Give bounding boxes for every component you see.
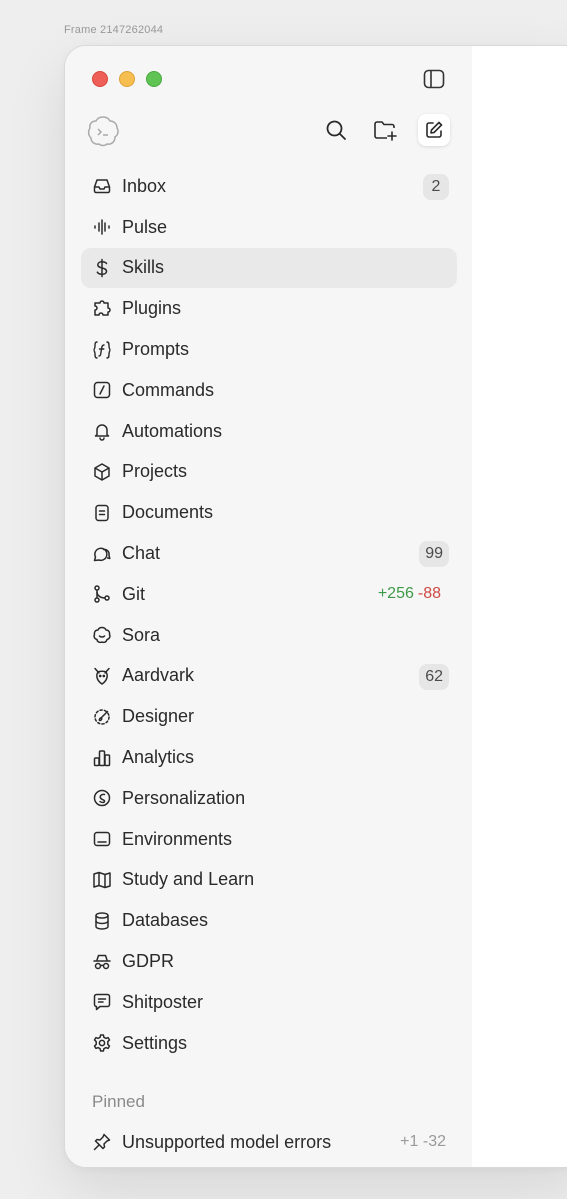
sidebar-item-projects[interactable]: Projects [81, 452, 457, 493]
sidebar-item-label: Settings [122, 1032, 188, 1053]
app-window: Inbox 2 Pulse Skills Plugins Prompts Com… [64, 45, 567, 1168]
sidebar-item-label: Projects [122, 461, 188, 482]
compose-icon [426, 121, 443, 138]
chat-icon [92, 544, 112, 564]
sidebar-item-git[interactable]: Git +256 -88 [81, 574, 457, 615]
sidebar-item-plugins[interactable]: Plugins [81, 288, 457, 329]
sidebar-item-label: Study and Learn [122, 869, 255, 890]
sidebar-item-designer[interactable]: Designer [81, 696, 457, 737]
app-logo-icon [86, 114, 120, 148]
sidebar-item-label: Pulse [122, 216, 168, 237]
sidebar-item-commands[interactable]: Commands [81, 370, 457, 411]
function-icon [92, 340, 112, 360]
waveform-icon [92, 217, 112, 237]
additions-count: +256 [377, 585, 414, 603]
sidebar-item-label: Environments [122, 828, 233, 849]
aardvark-icon [92, 666, 112, 686]
bar-chart-icon [92, 748, 112, 768]
sidebar-item-study-and-learn[interactable]: Study and Learn [81, 860, 457, 901]
dollar-icon [92, 258, 112, 278]
sidebar-toggle-button[interactable] [422, 67, 446, 91]
sidebar-item-label: Databases [122, 910, 209, 931]
inbox-icon [92, 176, 112, 196]
personalization-icon [92, 788, 112, 808]
sidebar-item-databases[interactable]: Databases [81, 900, 457, 941]
git-branch-icon [92, 584, 112, 604]
search-button[interactable] [320, 114, 352, 146]
deletions-count: -32 [422, 1133, 446, 1150]
pin-icon [92, 1132, 112, 1152]
sidebar-nav: Inbox 2 Pulse Skills Plugins Prompts Com… [81, 166, 457, 1064]
additions-count: +1 [400, 1133, 419, 1150]
sidebar-item-personalization[interactable]: Personalization [81, 778, 457, 819]
git-diff-stats: +256 -88 [378, 585, 441, 603]
search-icon [326, 120, 346, 140]
unread-count-badge: 99 [419, 541, 449, 568]
sidebar-item-label: Git [122, 583, 146, 604]
gear-icon [92, 1033, 112, 1053]
sidebar-item-pulse[interactable]: Pulse [81, 207, 457, 248]
sidebar-item-gdpr[interactable]: GDPR [81, 941, 457, 982]
sidebar-item-label: Skills [122, 257, 165, 278]
pinned-item-label: Unsupported model errors [122, 1131, 332, 1152]
sidebar-item-label: Commands [122, 379, 215, 400]
sidebar-item-chat[interactable]: Chat 99 [81, 533, 457, 574]
sidebar-item-label: Analytics [122, 747, 195, 768]
pinned-item[interactable]: Unsupported model errors +1 -32 [81, 1122, 457, 1162]
database-icon [92, 911, 112, 931]
designer-icon [92, 707, 112, 727]
sidebar-item-analytics[interactable]: Analytics [81, 737, 457, 778]
zoom-window-button[interactable] [146, 71, 162, 87]
sidebar-item-label: Automations [122, 420, 223, 441]
sidebar-item-label: Shitposter [122, 991, 204, 1012]
sidebar-item-inbox[interactable]: Inbox 2 [81, 166, 457, 207]
slash-icon [92, 380, 112, 400]
minimize-window-button[interactable] [119, 71, 135, 87]
unread-count-badge: 2 [423, 174, 449, 200]
new-folder-button[interactable] [369, 114, 401, 146]
sidebar-item-label: Aardvark [122, 665, 195, 686]
deletions-count: -88 [417, 585, 441, 603]
frame-label: Frame 2147262044 [64, 24, 164, 36]
bell-icon [92, 421, 112, 441]
sidebar-item-label: Documents [122, 502, 214, 523]
sidebar-item-sora[interactable]: Sora [81, 615, 457, 656]
sidebar-item-label: Prompts [122, 339, 190, 360]
sidebar-item-environments[interactable]: Environments [81, 819, 457, 860]
sidebar-item-automations[interactable]: Automations [81, 411, 457, 452]
folder-plus-icon [374, 121, 397, 141]
sidebar-item-label: Sora [122, 624, 161, 645]
incognito-icon [92, 952, 112, 972]
pinned-diff-stats: +1 -32 [400, 1133, 446, 1151]
sidebar-item-label: Chat [122, 543, 161, 564]
sidebar-item-settings[interactable]: Settings [81, 1023, 457, 1064]
sidebar-item-label: Inbox [122, 175, 167, 196]
book-icon [92, 870, 112, 890]
cube-icon [92, 462, 112, 482]
sidebar: Inbox 2 Pulse Skills Plugins Prompts Com… [65, 46, 472, 1167]
pinned-section-header: Pinned [92, 1092, 145, 1111]
sidebar-toggle-icon [423, 69, 445, 89]
sidebar-item-prompts[interactable]: Prompts [81, 329, 457, 370]
sidebar-item-label: Designer [122, 706, 195, 727]
message-icon [92, 992, 112, 1012]
sidebar-item-shitposter[interactable]: Shitposter [81, 982, 457, 1023]
compose-button[interactable] [418, 114, 450, 146]
document-icon [92, 503, 112, 523]
puzzle-icon [92, 299, 112, 319]
sidebar-item-aardvark[interactable]: Aardvark 62 [81, 656, 457, 697]
sidebar-item-label: Personalization [122, 787, 246, 808]
close-window-button[interactable] [92, 71, 108, 87]
window-controls [92, 71, 162, 87]
sidebar-item-skills[interactable]: Skills [81, 247, 457, 289]
laptop-icon [92, 829, 112, 849]
sora-icon [92, 625, 112, 645]
sidebar-item-label: Plugins [122, 298, 182, 319]
sidebar-item-documents[interactable]: Documents [81, 492, 457, 533]
unread-count-badge: 62 [419, 663, 449, 690]
sidebar-item-label: GDPR [122, 951, 175, 972]
main-content-area [472, 46, 567, 1167]
